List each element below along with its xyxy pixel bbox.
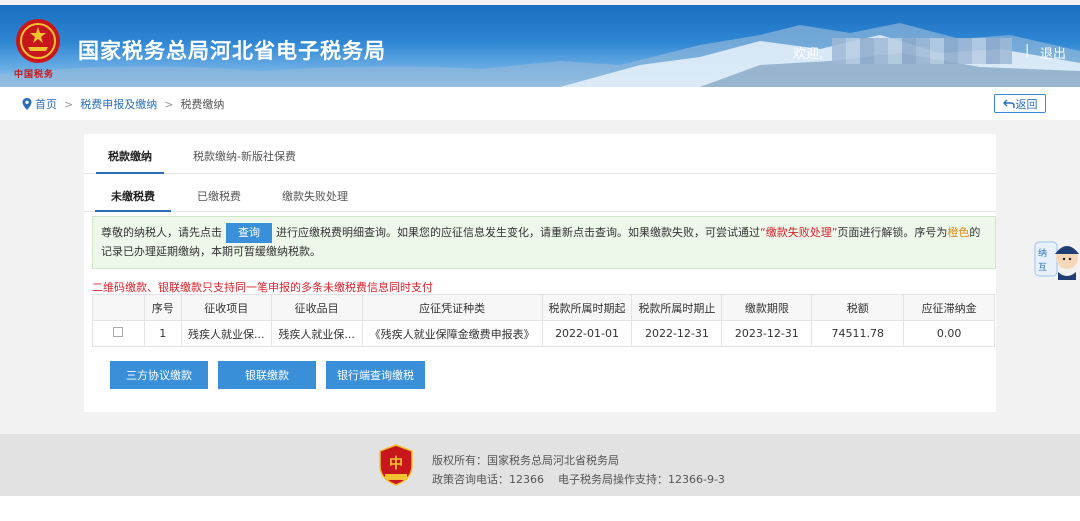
- table-cell: 《残疾人就业保障金缴费申报表》: [361, 320, 543, 347]
- column-header: 税额: [811, 294, 905, 321]
- back-button-label: 返回: [1015, 97, 1038, 111]
- table-cell: 0.00: [903, 320, 995, 347]
- logout-link[interactable]: 退出: [1040, 43, 1066, 62]
- tab-tax-payment[interactable]: 税款缴纳: [108, 148, 152, 164]
- table-cell: 残疾人就业保...: [180, 320, 272, 347]
- table-cell: 残疾人就业保...: [270, 320, 363, 347]
- column-header: 应征滞纳金: [903, 294, 995, 321]
- tax-interaction-assistant-icon[interactable]: 纳 互: [1033, 232, 1080, 280]
- breadcrumb-bar: 首页 > 税费申报及缴纳 > 税费缴纳: [0, 87, 1080, 120]
- tab-tax-payment-social-security[interactable]: 税款缴纳-新版社保费: [193, 148, 296, 164]
- notice-text: 页面进行解锁。序号为: [837, 226, 948, 239]
- breadcrumb-tax-declaration[interactable]: 税费申报及缴纳: [80, 96, 157, 112]
- table-row[interactable]: 1 残疾人就业保... 残疾人就业保... 《残疾人就业保障金缴费申报表》 20…: [92, 320, 995, 347]
- query-button[interactable]: 查询: [226, 223, 272, 243]
- payment-warning: 二维码缴款、银联缴款只支持同一笔申报的多条未缴税费信息同时支付: [92, 281, 433, 294]
- breadcrumb-separator: >: [164, 97, 174, 111]
- table-header-row: 序号 征收项目 征收品目 应征凭证种类 税款所属时期起 税款所属时期止 缴款期限…: [92, 294, 995, 321]
- breadcrumb-current: 税费缴纳: [180, 98, 225, 111]
- column-header: 缴款期限: [721, 294, 813, 321]
- notice-text: 尊敬的纳税人，请先点击: [101, 226, 222, 239]
- column-header: 征收项目: [180, 294, 272, 321]
- bank-query-pay-button[interactable]: 银行端查询缴税: [326, 361, 425, 389]
- notice-box: 尊敬的纳税人，请先点击 查询 进行应缴税费明细查询。如果您的应征信息发生变化，请重新…: [92, 216, 996, 269]
- unpaid-tax-table: 序号 征收项目 征收品目 应征凭证种类 税款所属时期起 税款所属时期止 缴款期限…: [92, 294, 995, 347]
- table-cell: 2022-12-31: [631, 320, 723, 347]
- tab-unpaid[interactable]: 未缴税费: [111, 188, 155, 204]
- column-header: 应征凭证种类: [361, 294, 543, 321]
- site-header: 中国税务 国家税务总局河北省电子税务局 欢迎, | 退出: [0, 5, 1080, 87]
- svg-text:中: 中: [389, 455, 403, 472]
- national-emblem-icon: [16, 19, 60, 63]
- header-separator: |: [1025, 43, 1030, 58]
- orange-highlight: 橙色: [947, 226, 970, 239]
- tab-payment-failure[interactable]: 缴款失败处理: [282, 188, 348, 204]
- bottom-strip: [0, 496, 1080, 521]
- breadcrumb-home[interactable]: 首页: [35, 96, 57, 112]
- column-header: [92, 294, 145, 321]
- row-select-cell[interactable]: [92, 320, 145, 347]
- svg-text:互: 互: [1038, 262, 1047, 273]
- site-title: 国家税务总局河北省电子税务局: [78, 39, 386, 63]
- tab-paid[interactable]: 已缴税费: [197, 188, 241, 204]
- emblem-caption: 中国税务: [14, 70, 55, 80]
- column-header: 征收品目: [270, 294, 363, 321]
- unionpay-pay-button[interactable]: 银联缴款: [218, 361, 316, 389]
- username-redacted: [832, 38, 1012, 64]
- tax-badge-icon: 中: [379, 444, 413, 486]
- table-cell: 2023-12-31: [721, 320, 813, 347]
- row-checkbox[interactable]: [113, 327, 124, 337]
- back-button[interactable]: 返回: [994, 94, 1046, 113]
- welcome-text: 欢迎,: [793, 47, 824, 62]
- payment-failure-link[interactable]: “缴款失败处理”: [760, 226, 837, 239]
- return-arrow-icon: [1002, 99, 1015, 108]
- column-header: 税款所属时期起: [541, 294, 633, 321]
- footer-copyright: 版权所有：国家税务总局河北省税务局: [432, 454, 619, 467]
- svg-text:纳: 纳: [1038, 247, 1047, 259]
- footer-contact: 政策咨询电话：12366 电子税务局操作支持：12366-9-3: [432, 473, 725, 486]
- notice-text: 进行应缴税费明细查询。如果您的应征信息发生变化，请重新点击查询。如果缴款失败，可…: [276, 226, 760, 239]
- breadcrumb: 首页 > 税费申报及缴纳 > 税费缴纳: [22, 96, 224, 112]
- table-cell: 74511.78: [811, 320, 905, 347]
- table-cell: 1: [143, 320, 182, 347]
- location-pin-icon: [22, 98, 32, 110]
- table-cell: 2022-01-01: [541, 320, 633, 347]
- breadcrumb-separator: >: [64, 97, 74, 111]
- column-header: 税款所属时期止: [631, 294, 723, 321]
- column-header: 序号: [143, 294, 182, 321]
- tripartite-agreement-pay-button[interactable]: 三方协议缴款: [110, 361, 208, 389]
- active-subtab-indicator: [95, 210, 171, 212]
